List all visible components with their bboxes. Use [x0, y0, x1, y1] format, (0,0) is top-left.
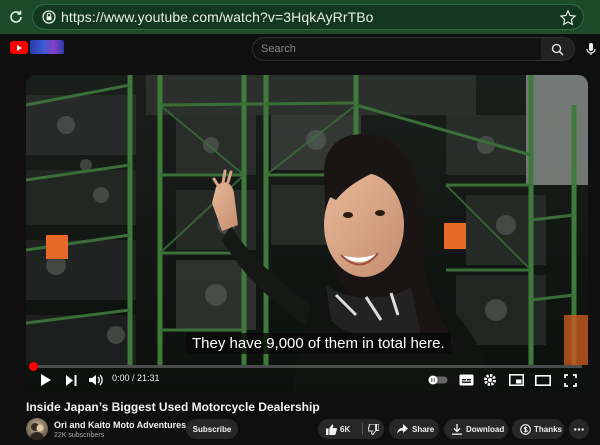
- download-label: Download: [466, 424, 505, 434]
- doodle-logo[interactable]: [30, 40, 64, 54]
- subtitle-caption: They have 9,000 of them in total here.: [186, 333, 451, 354]
- search-button[interactable]: [541, 37, 575, 61]
- share-icon: [389, 424, 409, 434]
- channel-name[interactable]: Ori and Kaito Moto Adventures: [54, 420, 186, 430]
- reload-icon[interactable]: [2, 0, 30, 34]
- thanks-label: Thanks: [534, 424, 563, 434]
- star-icon[interactable]: [559, 9, 577, 27]
- next-icon[interactable]: [64, 372, 78, 388]
- time-display: 0:00 / 21:31: [112, 373, 160, 383]
- like-count[interactable]: 6K: [340, 425, 362, 434]
- player-controls: 0:00 / 21:31: [26, 369, 588, 391]
- play-icon[interactable]: [38, 372, 52, 388]
- fullscreen-icon[interactable]: [562, 372, 578, 388]
- autoplay-toggle-icon[interactable]: [428, 372, 448, 388]
- volume-icon[interactable]: [88, 372, 104, 388]
- settings-icon[interactable]: [482, 372, 498, 388]
- mic-icon[interactable]: [584, 42, 598, 56]
- thanks-icon: [512, 423, 532, 435]
- miniplayer-icon[interactable]: [508, 372, 524, 388]
- download-button[interactable]: Download: [444, 419, 508, 439]
- search-input[interactable]: [261, 43, 541, 55]
- browser-toolbar: https://www.youtube.com/watch?v=3HqkAyRr…: [0, 0, 600, 34]
- subscribe-button[interactable]: Subscribe: [186, 419, 238, 439]
- search-icon: [551, 43, 564, 55]
- like-dislike-group: 6K: [318, 419, 384, 439]
- like-icon[interactable]: [318, 424, 340, 435]
- more-actions-button[interactable]: [569, 419, 589, 439]
- subtitles-icon[interactable]: [458, 372, 474, 388]
- progress-bar[interactable]: [32, 365, 582, 368]
- more-icon: [574, 427, 584, 431]
- share-button[interactable]: Share: [389, 419, 439, 439]
- url-text[interactable]: https://www.youtube.com/watch?v=3HqkAyRr…: [61, 9, 374, 25]
- address-bar[interactable]: https://www.youtube.com/watch?v=3HqkAyRr…: [32, 4, 584, 30]
- youtube-header: [0, 34, 600, 64]
- theater-icon[interactable]: [534, 372, 552, 388]
- video-title: Inside Japan’s Biggest Used Motorcycle D…: [26, 400, 320, 414]
- subscriber-count: 22K subscribers: [54, 432, 105, 439]
- download-icon: [444, 423, 464, 435]
- video-player[interactable]: They have 9,000 of them in total here. 0…: [26, 75, 588, 391]
- avatar[interactable]: [26, 418, 48, 440]
- youtube-logo-icon[interactable]: [10, 41, 28, 54]
- dislike-icon[interactable]: [363, 423, 383, 435]
- search-box[interactable]: [252, 37, 542, 61]
- share-label: Share: [412, 424, 435, 434]
- thanks-button[interactable]: Thanks: [512, 419, 564, 439]
- lock-icon[interactable]: [37, 4, 61, 30]
